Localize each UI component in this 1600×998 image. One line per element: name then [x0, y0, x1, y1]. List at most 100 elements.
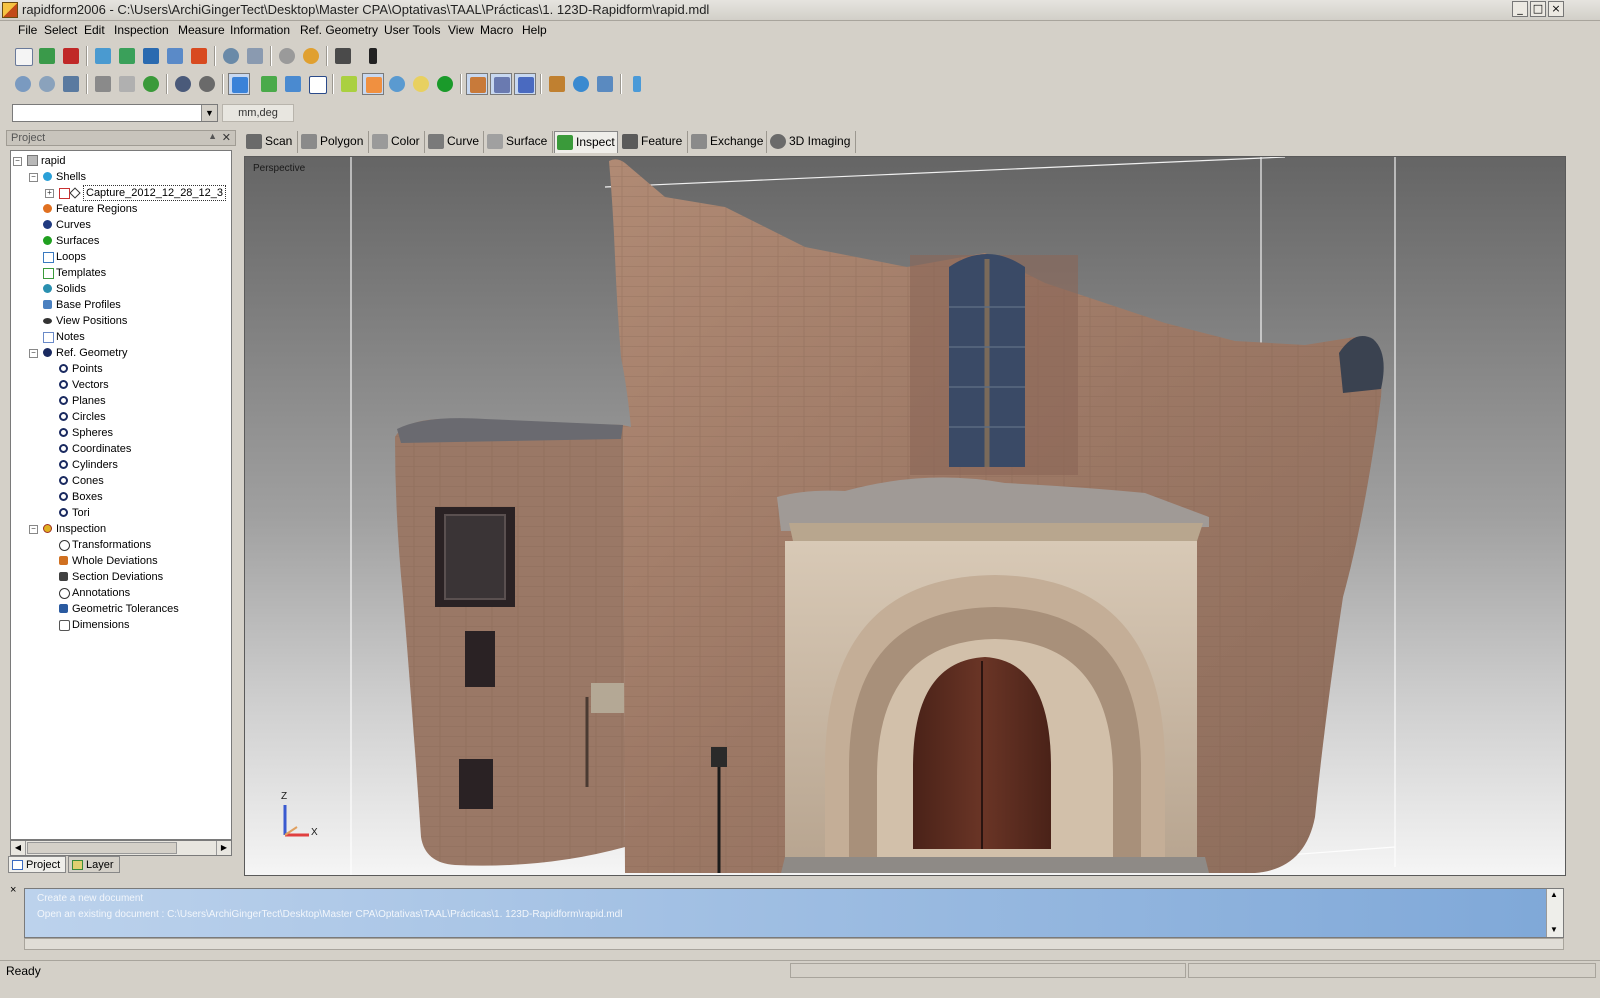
tab-layer[interactable]: Layer [68, 856, 120, 873]
collapse-icon[interactable]: − [29, 349, 38, 358]
project-panel-title: Project [11, 132, 46, 144]
pin-icon[interactable]: ▲ [208, 131, 217, 141]
print-preview-button[interactable] [220, 45, 242, 67]
points-mode-button[interactable] [258, 73, 280, 95]
tab-project[interactable]: Project [8, 856, 66, 873]
close-icon[interactable]: ✕ [222, 131, 231, 144]
tab-polygon[interactable]: Polygon [299, 131, 369, 153]
tab-inspect[interactable]: Inspect [554, 131, 618, 153]
view-cube-button[interactable] [92, 73, 114, 95]
export-button[interactable] [116, 45, 138, 67]
layer-tab-icon [72, 860, 83, 870]
log-command-line[interactable] [24, 938, 1564, 950]
reset-view-button[interactable] [140, 73, 162, 95]
sphere-button[interactable] [434, 73, 456, 95]
select-mode-button[interactable] [332, 45, 354, 67]
menu-ref-geometry[interactable]: Ref. Geometry [300, 23, 378, 37]
material-button[interactable] [570, 73, 592, 95]
import-icon [39, 48, 55, 64]
reset-view-icon [143, 76, 159, 92]
visibility-checkbox-icon[interactable] [59, 188, 70, 199]
rotate-button[interactable] [172, 73, 194, 95]
planes-icon [59, 396, 68, 405]
scroll-up-icon[interactable]: ▲ [1550, 890, 1558, 899]
menu-user-tools[interactable]: User Tools [384, 23, 440, 37]
solids-icon [43, 284, 52, 293]
menu-edit[interactable]: Edit [84, 23, 105, 37]
axis-button[interactable] [490, 73, 512, 95]
menu-measure[interactable]: Measure [178, 23, 225, 37]
save-button[interactable] [140, 45, 162, 67]
collapse-icon[interactable]: − [29, 525, 38, 534]
tab-surface[interactable]: Surface [485, 131, 553, 153]
scroll-left-icon[interactable]: ◀ [11, 841, 26, 855]
app-logo-icon [2, 2, 18, 18]
window-button[interactable] [306, 73, 328, 95]
view-multi-button[interactable] [116, 73, 138, 95]
zoom-window-icon [39, 76, 55, 92]
zoom-button[interactable] [12, 73, 34, 95]
check-button[interactable] [338, 73, 360, 95]
menu-information[interactable]: Information [230, 23, 290, 37]
close-icon[interactable]: × [10, 884, 16, 896]
zoom-window-button[interactable] [36, 73, 58, 95]
link-button[interactable] [386, 73, 408, 95]
tab-feature[interactable]: Feature [620, 131, 688, 153]
menu-help[interactable]: Help [522, 23, 547, 37]
scroll-down-icon[interactable]: ▼ [1550, 925, 1558, 934]
box-button[interactable] [466, 73, 488, 95]
network-button[interactable] [164, 45, 186, 67]
menu-view[interactable]: View [448, 23, 474, 37]
surfaces-icon [43, 236, 52, 245]
menu-inspection[interactable]: Inspection [114, 23, 169, 37]
scroll-right-icon[interactable]: ▶ [216, 841, 231, 855]
hourglass-button[interactable] [626, 73, 648, 95]
wireframe-mode-button[interactable] [282, 73, 304, 95]
new-document-button[interactable] [12, 45, 34, 67]
transfer-button[interactable] [594, 73, 616, 95]
shaded-mode-button[interactable] [228, 73, 250, 95]
section-deviations-icon [59, 572, 68, 581]
geometric-tolerances-icon [59, 604, 68, 613]
close-document-button[interactable] [60, 45, 82, 67]
grid-button[interactable] [514, 73, 536, 95]
chevron-down-icon[interactable]: ▼ [201, 105, 217, 121]
model-icon [27, 155, 38, 166]
collapse-icon[interactable]: − [13, 157, 22, 166]
open-button[interactable] [92, 45, 114, 67]
scroll-thumb[interactable] [27, 842, 177, 854]
menu-file[interactable]: File [18, 23, 37, 37]
chart-button[interactable] [546, 73, 568, 95]
log-list[interactable]: Create a new document Open an existing d… [24, 888, 1564, 938]
menu-bar: File Select Edit Inspection Measure Info… [0, 20, 1600, 42]
tab-exchange[interactable]: Exchange [689, 131, 767, 153]
3d-viewport[interactable]: Perspective Z X [244, 156, 1566, 876]
shape-button[interactable] [362, 73, 384, 95]
cloud-button[interactable] [410, 73, 432, 95]
selection-combo[interactable]: ▼ [12, 104, 218, 122]
maximize-button[interactable]: □ [1530, 1, 1546, 17]
menu-macro[interactable]: Macro [480, 23, 513, 37]
tab-scan[interactable]: Scan [244, 131, 298, 153]
zoom-fit-button[interactable] [60, 73, 82, 95]
orbit-button[interactable] [196, 73, 218, 95]
tab-color[interactable]: Color [370, 131, 425, 153]
pointer-button[interactable] [362, 45, 384, 67]
print-button[interactable] [244, 45, 266, 67]
collapse-icon[interactable]: − [29, 173, 38, 182]
redo-button[interactable] [300, 45, 322, 67]
tab-curve[interactable]: Curve [426, 131, 484, 153]
tree-horizontal-scrollbar[interactable]: ◀ ▶ [10, 840, 232, 856]
import-button[interactable] [36, 45, 58, 67]
undo-icon [279, 48, 295, 64]
expand-icon[interactable]: + [45, 189, 54, 198]
report-button[interactable] [188, 45, 210, 67]
units-field[interactable]: mm,deg [222, 104, 294, 122]
shells-icon [43, 172, 52, 181]
log-vertical-scrollbar[interactable]: ▲ ▼ [1546, 889, 1563, 937]
undo-button[interactable] [276, 45, 298, 67]
menu-select[interactable]: Select [44, 23, 77, 37]
minimize-button[interactable]: _ [1512, 1, 1528, 17]
close-button[interactable]: × [1548, 1, 1564, 17]
tab-3d-imaging[interactable]: 3D Imaging [768, 131, 856, 153]
